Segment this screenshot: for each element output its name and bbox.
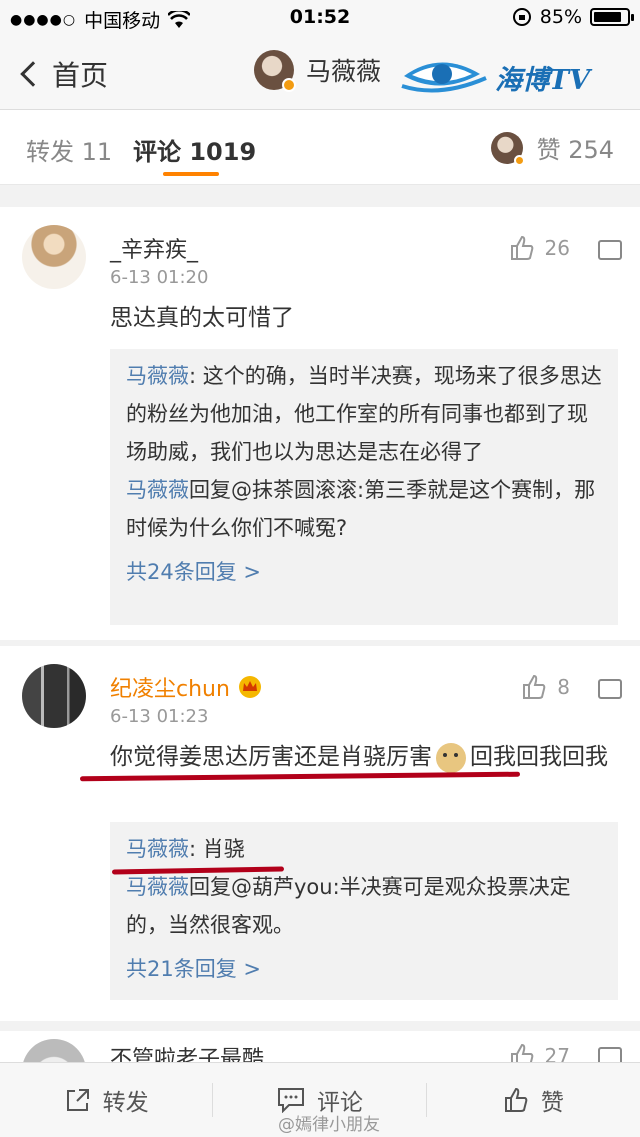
- tab-bar: 转发 11 评论 1019 赞 254: [0, 110, 640, 185]
- comment-text: 思达真的太可惜了: [110, 305, 294, 331]
- back-button[interactable]: 首页: [18, 54, 108, 94]
- avatar: [490, 131, 525, 166]
- divider: [0, 1021, 640, 1031]
- like-button[interactable]: 26: [509, 235, 570, 261]
- reply-item: 马薇薇: 这个的确，当时半决赛，现场来了很多思达的粉丝为他加油，他工作室的所有同…: [126, 357, 602, 471]
- avatar[interactable]: [22, 664, 86, 728]
- reply-author[interactable]: 马薇薇: [126, 364, 189, 388]
- status-bar: ●●●●○ 中国移动 01:52 85%: [0, 0, 640, 38]
- reply-item: 马薇薇回复@葫芦you:半决赛可是观众投票决定的，当然很客观。: [126, 868, 602, 944]
- verified-badge-icon: [513, 154, 525, 166]
- reply-author[interactable]: 马薇薇: [126, 837, 189, 861]
- nav-username: 马薇薇: [306, 57, 382, 86]
- tab-likes[interactable]: 赞 254: [490, 130, 614, 166]
- like-button[interactable]: 8: [521, 674, 570, 700]
- avatar: [254, 50, 296, 92]
- reply-item: 马薇薇回复@抹茶圆滚滚:第三季就是这个赛制，那时候为什么你们不喊冤?: [126, 471, 602, 547]
- comment-text-part: 你觉得姜思达厉害还是肖骁厉害: [110, 744, 432, 770]
- tab-comments[interactable]: 评论 1019: [133, 132, 256, 167]
- reply-item: 马薇薇: 肖骁: [126, 830, 602, 868]
- comment-author[interactable]: _辛弃疾_: [110, 232, 198, 264]
- reply-text: : 这个的确，当时半决赛，现场来了很多思达的粉丝为他加油，他工作室的所有同事也都…: [126, 364, 602, 464]
- reply-text: 回复@葫芦you:半决赛可是观众投票决定的，当然很客观。: [126, 875, 571, 937]
- comment-text-part: 回我回我回我: [470, 744, 608, 770]
- thumbs-up-icon: [510, 235, 533, 260]
- crown-icon: [238, 676, 261, 698]
- like-toolbar-button[interactable]: 赞: [427, 1063, 640, 1137]
- thumbs-up-icon: [523, 674, 546, 699]
- comment-item: _辛弃疾_ 6-13 01:20 26 思达真的太可惜了 马薇薇: 这个的确，当…: [0, 207, 640, 647]
- chevron-left-icon: [20, 61, 46, 87]
- tab-underline: [163, 172, 219, 176]
- reply-icon[interactable]: [598, 1041, 622, 1062]
- comment-author[interactable]: 纪凌尘chun: [110, 671, 230, 703]
- thumbs-up-icon: [504, 1087, 528, 1112]
- avatar[interactable]: [22, 1039, 86, 1062]
- reply-box[interactable]: 马薇薇: 肖骁 马薇薇回复@葫芦you:半决赛可是观众投票决定的，当然很客观。 …: [110, 822, 618, 1000]
- comment-author-row: 纪凌尘chun: [110, 671, 264, 703]
- comment-time: 6-13 01:20: [110, 267, 209, 288]
- back-label: 首页: [52, 59, 109, 92]
- like-count: 26: [544, 236, 570, 260]
- comment-text: 你觉得姜思达厉害还是肖骁厉害 回我回我回我: [110, 736, 620, 778]
- reply-text: 回复@抹茶圆滚滚:第三季就是这个赛制，那时候为什么你们不喊冤?: [126, 478, 596, 540]
- comment-item: 不管啦老子最酷 27: [0, 1031, 640, 1062]
- nav-user[interactable]: 马薇薇: [254, 50, 382, 92]
- comment-item: 纪凌尘chun 6-13 01:23 8 你觉得姜思达厉害还是肖骁厉害 回我回我回…: [0, 646, 640, 1021]
- more-replies-link[interactable]: 共24条回复 >: [126, 553, 602, 591]
- logo-text: 海博TV: [495, 65, 591, 96]
- nav-bar: 首页 马薇薇 海博TV: [0, 38, 640, 110]
- reply-text: : 肖骁: [189, 837, 245, 861]
- comment-time: 6-13 01:23: [110, 706, 209, 727]
- reply-author[interactable]: 马薇薇: [126, 478, 189, 502]
- comment-author[interactable]: 不管啦老子最酷: [110, 1041, 264, 1062]
- reply-icon[interactable]: [598, 234, 622, 260]
- tv-logo: 海博TV: [400, 48, 625, 100]
- avatar[interactable]: [22, 225, 86, 289]
- divider: [0, 185, 640, 207]
- rotation-lock-icon: [512, 8, 531, 26]
- share-icon: [66, 1089, 89, 1111]
- reply-author[interactable]: 马薇薇: [126, 875, 189, 899]
- like-button[interactable]: 27: [509, 1043, 570, 1062]
- reply-box[interactable]: 马薇薇: 这个的确，当时半决赛，现场来了很多思达的粉丝为他加油，他工作室的所有同…: [110, 349, 618, 625]
- tab-likes-label: 赞 254: [536, 136, 614, 164]
- doge-emoji-icon: [436, 742, 466, 773]
- like-label: 赞: [540, 1090, 564, 1116]
- battery-percent: 85%: [539, 6, 582, 28]
- battery-icon: [590, 8, 634, 26]
- tab-repost[interactable]: 转发 11: [26, 132, 112, 167]
- repost-label: 转发: [102, 1090, 149, 1116]
- thumbs-up-icon: [510, 1043, 533, 1062]
- reply-icon[interactable]: [598, 673, 622, 699]
- like-count: 27: [544, 1044, 570, 1062]
- verified-badge-icon: [282, 78, 296, 92]
- like-count: 8: [557, 675, 570, 699]
- repost-button[interactable]: 转发: [0, 1063, 214, 1137]
- more-replies-link[interactable]: 共21条回复 >: [126, 950, 602, 988]
- watermark: @嫣律小朋友: [278, 1115, 380, 1135]
